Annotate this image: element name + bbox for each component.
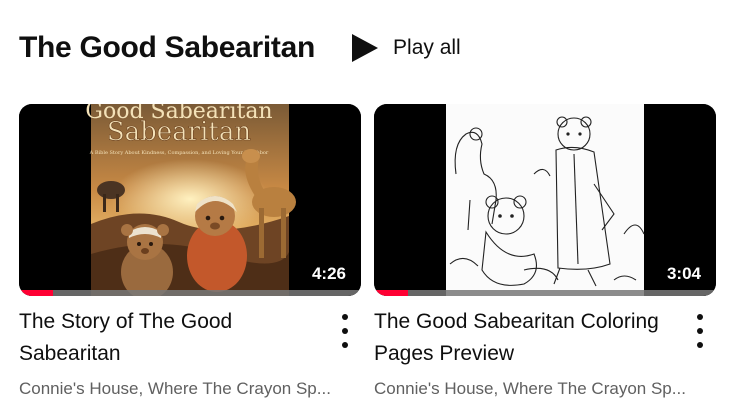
video-duration: 3:04: [661, 262, 706, 286]
video-title[interactable]: The Good Sabearitan Coloring Pages Previ…: [374, 306, 682, 370]
video-thumbnail[interactable]: 3:04: [374, 104, 716, 296]
video-card: 3:04 The Good Sabearitan Coloring Pages …: [374, 104, 716, 401]
video-title[interactable]: The Story of The Good Sabearitan: [19, 306, 327, 370]
more-actions-icon[interactable]: [690, 314, 710, 348]
thumbnail-subtitle-art: A Bible Story About Kindness, Compassion…: [89, 150, 269, 156]
shelf-title[interactable]: The Good Sabearitan: [19, 26, 315, 70]
video-card: Good Sabearitan Sabearitan A Bible Story…: [19, 104, 361, 401]
watch-progress-track: [19, 290, 361, 296]
watch-progress-fill: [19, 290, 54, 296]
playlist-shelf: The Good Sabearitan Play all Good Sabear…: [0, 0, 737, 413]
play-icon: [352, 34, 379, 62]
video-duration: 4:26: [306, 262, 351, 286]
play-all-button[interactable]: Play all: [351, 26, 461, 70]
more-actions-icon[interactable]: [335, 314, 355, 348]
svg-text:Sabearitan: Sabearitan: [107, 117, 252, 147]
watch-progress-track: [374, 290, 716, 296]
channel-name[interactable]: Connie's House, Where The Crayon Sp...: [374, 377, 716, 401]
video-meta: The Story of The Good Sabearitan Connie'…: [19, 306, 361, 401]
shelf-header: The Good Sabearitan Play all: [19, 26, 461, 70]
video-meta: The Good Sabearitan Coloring Pages Previ…: [374, 306, 716, 401]
video-thumbnail[interactable]: Good Sabearitan Sabearitan A Bible Story…: [19, 104, 361, 296]
channel-name[interactable]: Connie's House, Where The Crayon Sp...: [19, 377, 361, 401]
play-all-label: Play all: [393, 36, 461, 59]
watch-progress-fill: [374, 290, 409, 296]
